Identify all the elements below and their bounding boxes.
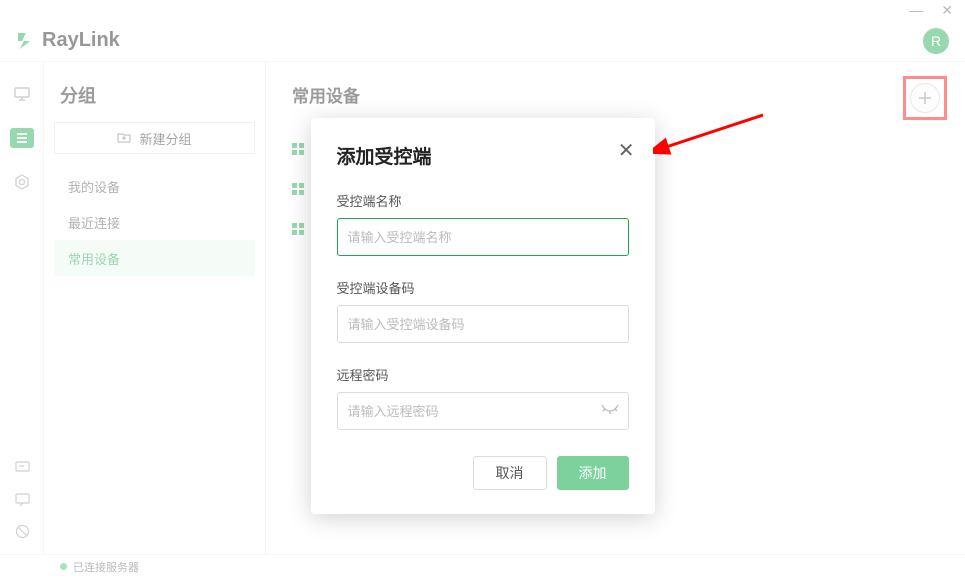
eye-icon[interactable] — [601, 403, 619, 419]
modal-close-button[interactable]: ✕ — [618, 138, 635, 163]
device-code-label: 受控端设备码 — [337, 278, 629, 297]
add-device-modal: 添加受控端 ✕ 受控端名称 受控端设备码 远程密码 取消 添加 — [311, 118, 655, 514]
modal-overlay: 添加受控端 ✕ 受控端名称 受控端设备码 远程密码 取消 添加 — [0, 0, 965, 578]
cancel-button[interactable]: 取消 — [473, 456, 547, 490]
device-name-label: 受控端名称 — [337, 191, 629, 210]
remote-password-label: 远程密码 — [337, 365, 629, 384]
device-code-input[interactable] — [337, 305, 629, 343]
remote-password-input[interactable] — [337, 392, 629, 430]
confirm-button[interactable]: 添加 — [557, 456, 629, 490]
modal-title: 添加受控端 — [337, 142, 629, 169]
device-name-input[interactable] — [337, 218, 629, 256]
